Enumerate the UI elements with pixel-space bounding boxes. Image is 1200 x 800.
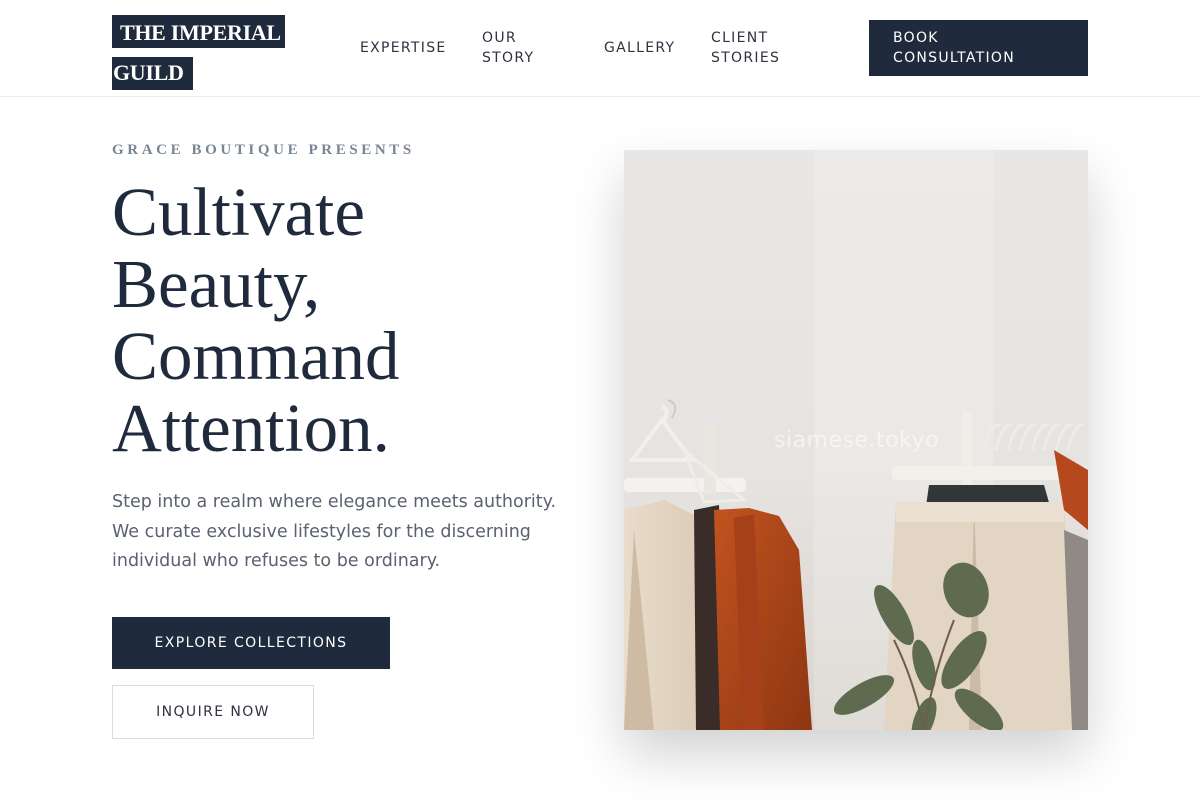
brand-logo[interactable]: THE IMPERIAL GUILD bbox=[112, 15, 292, 90]
headline-line-1: Cultivate bbox=[112, 174, 365, 250]
headline-line-2: Beauty, bbox=[112, 246, 321, 322]
logo-line-1: THE IMPERIAL bbox=[112, 15, 285, 48]
logo-line-2: GUILD bbox=[112, 57, 193, 90]
nav-expertise[interactable]: EXPERTISE bbox=[360, 38, 447, 58]
image-watermark: siamese.tokyo bbox=[774, 428, 940, 453]
hero-headline: Cultivate Beauty, Command Attention. bbox=[112, 176, 592, 464]
hero-eyebrow: GRACE BOUTIQUE PRESENTS bbox=[112, 142, 415, 158]
inquire-now-button[interactable]: INQUIRE NOW bbox=[112, 685, 314, 739]
nav-gallery[interactable]: GALLERY bbox=[604, 38, 675, 58]
hero-image-clothing-rack: siamese.tokyo bbox=[624, 150, 1088, 730]
book-consultation-button[interactable]: BOOK CONSULTATION bbox=[869, 20, 1088, 76]
nav-client-stories[interactable]: CLIENT STORIES bbox=[711, 28, 811, 68]
explore-collections-button[interactable]: EXPLORE COLLECTIONS bbox=[112, 617, 390, 669]
site-header: THE IMPERIAL GUILD EXPERTISE OUR STORY G… bbox=[0, 0, 1200, 97]
headline-line-4: Attention. bbox=[112, 390, 390, 466]
hero-description: Step into a realm where elegance meets a… bbox=[112, 492, 557, 571]
headline-line-3: Command bbox=[112, 318, 400, 394]
nav-our-story[interactable]: OUR STORY bbox=[482, 28, 562, 68]
